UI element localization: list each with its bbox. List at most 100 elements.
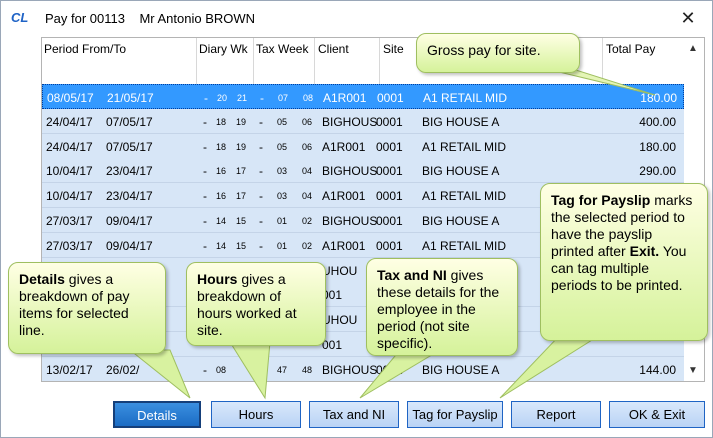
cell-dash1: - xyxy=(203,114,207,129)
tax-ni-button[interactable]: Tax and NI xyxy=(309,401,399,428)
cell-total: 290.00 xyxy=(639,164,676,179)
cell-from: 27/03/17 xyxy=(46,214,93,228)
cell-site: 0001 xyxy=(376,139,403,154)
cell-site-name: BIG HOUSE A xyxy=(422,164,500,179)
cell-dash1: - xyxy=(203,164,207,179)
grid-header: Period From/To Diary Wk Tax Week Client … xyxy=(42,38,704,84)
cell-d2: 19 xyxy=(236,141,247,152)
cell-to: 07/05/17 xyxy=(106,139,153,154)
cell-client: BIGHOUS xyxy=(322,164,378,179)
cell-total: 400.00 xyxy=(639,114,676,129)
details-button[interactable]: Details xyxy=(113,401,201,428)
cell-dash2: - xyxy=(259,114,263,129)
col-diary-wk[interactable]: Diary Wk xyxy=(199,42,248,56)
cell-site-name: BIG HOUSE A xyxy=(422,214,500,228)
callout-tag-bold: Tag for Payslip xyxy=(551,192,651,208)
cell-from: 24/04/17 xyxy=(46,139,93,154)
cell-d1: 14 xyxy=(216,240,227,251)
cell-to: 26/02/ xyxy=(106,362,140,377)
cell-total: 144.00 xyxy=(639,362,676,377)
callout-gross-text: Gross pay for site. xyxy=(427,42,541,58)
col-site[interactable]: Site xyxy=(383,42,404,56)
cell-d1: 16 xyxy=(216,166,227,177)
cell-d2: 15 xyxy=(236,216,247,226)
cell-t2: 06 xyxy=(302,116,313,127)
cell-d1: 20 xyxy=(217,93,228,103)
cell-client: A1R001 xyxy=(323,91,367,105)
cell-t1: 05 xyxy=(277,116,288,127)
cell-site-name: A1 RETAIL MID xyxy=(422,238,507,253)
col-period[interactable]: Period From/To xyxy=(44,42,126,56)
cell-t2: 04 xyxy=(302,191,313,202)
cell-d2: 17 xyxy=(236,166,247,177)
cell-client: BIGHOUS xyxy=(322,362,378,377)
table-row[interactable]: 24/04/17 07/05/17-18 19-05 06 A1R001 0001 A1 R… xyxy=(42,133,684,159)
cell-t2: 04 xyxy=(302,166,313,177)
callout-details-bold: Details xyxy=(19,271,65,287)
scroll-up-icon[interactable]: ▲ xyxy=(684,40,702,58)
title-pay-for: Pay for 00113 xyxy=(45,11,125,26)
ok-exit-button[interactable]: OK & Exit xyxy=(609,401,705,428)
cell-t1: 01 xyxy=(277,216,288,226)
cell-from: 10/04/17 xyxy=(46,164,93,179)
cell-d2: 21 xyxy=(237,93,248,103)
cell-from: 08/05/17 xyxy=(47,91,94,105)
cell-to: 09/04/17 xyxy=(106,214,153,228)
table-row[interactable]: 08/05/17 21/05/17-20 21-07 08 A1R001 0001 A1 R… xyxy=(42,84,684,109)
cell-site: 0001 xyxy=(376,214,403,228)
callout-tax-bold: Tax and NI xyxy=(377,267,447,283)
app-logo-icon: CL xyxy=(11,10,29,25)
cell-d2: 19 xyxy=(236,116,247,127)
cell-site-name: BIG HOUSE A xyxy=(422,114,500,129)
table-row[interactable]: 10/04/17 23/04/17-16 17-03 04 BIGHOUS 0001 BIG… xyxy=(42,158,684,184)
cell-total: 180.00 xyxy=(639,139,676,154)
col-client[interactable]: Client xyxy=(318,42,349,56)
cell-d1: 16 xyxy=(216,191,227,202)
cell-dash2: - xyxy=(259,164,263,179)
cell-t1: 03 xyxy=(277,191,288,202)
cell-t2: 02 xyxy=(302,216,313,226)
cell-dash1: - xyxy=(203,362,207,377)
cell-site-name: A1 RETAIL MID xyxy=(422,189,507,204)
cell-dash2: - xyxy=(259,139,263,154)
cell-from: 24/04/17 xyxy=(46,114,93,129)
callout-gross-pay: Gross pay for site. xyxy=(416,33,580,73)
hours-button[interactable]: Hours xyxy=(211,401,301,428)
report-button[interactable]: Report xyxy=(511,401,601,428)
tag-payslip-button[interactable]: Tag for Payslip xyxy=(407,401,503,428)
cell-dash2: - xyxy=(259,362,263,377)
cell-to: 07/05/17 xyxy=(106,114,153,129)
table-row[interactable]: 24/04/17 07/05/17-18 19-05 06 BIGHOUS 0001 BIG… xyxy=(42,108,684,134)
cell-t2: 08 xyxy=(303,93,314,103)
scroll-down-icon[interactable]: ▼ xyxy=(684,362,702,380)
cell-t1: 07 xyxy=(278,93,289,103)
callout-tax-ni: Tax and NI gives these details for the e… xyxy=(366,258,518,356)
callout-tag-exit: Exit. xyxy=(629,243,660,259)
cell-d1: 14 xyxy=(216,216,227,226)
cell-site: 0001 xyxy=(376,164,403,179)
cell-site: 0001 xyxy=(376,238,403,253)
cell-t2: 48 xyxy=(302,364,313,375)
cell-client: BIGHOUS xyxy=(322,114,378,129)
cell-d1: 18 xyxy=(216,141,227,152)
cell-site: 0001 xyxy=(376,189,403,204)
cell-to: 23/04/17 xyxy=(106,189,153,204)
window-title: Pay for 00113 Mr Antonio BROWN xyxy=(45,11,255,26)
table-row[interactable]: 13/02/17 26/02/-08-47 48 BIGHOUS 0001 BIG HOU… xyxy=(42,356,684,381)
cell-client: A1R001 xyxy=(322,189,366,204)
cell-t1: 01 xyxy=(277,240,288,251)
cell-d2: 15 xyxy=(236,240,247,251)
cell-from: 27/03/17 xyxy=(46,238,93,253)
cell-d1: 18 xyxy=(216,116,227,127)
cell-site-name: A1 RETAIL MID xyxy=(423,91,508,105)
cell-client: A1R001 xyxy=(322,139,366,154)
col-tax-week[interactable]: Tax Week xyxy=(256,42,308,56)
callout-hours: Hours gives a breakdown of hours worked … xyxy=(186,262,326,346)
col-total-pay[interactable]: Total Pay xyxy=(606,42,655,56)
cell-d2: 17 xyxy=(236,191,247,202)
cell-dash1: - xyxy=(204,91,208,105)
cell-to: 23/04/17 xyxy=(106,164,153,179)
cell-dash1: - xyxy=(203,189,207,204)
close-icon[interactable]: ✕ xyxy=(677,7,699,29)
cell-site: 0001 xyxy=(377,91,404,105)
